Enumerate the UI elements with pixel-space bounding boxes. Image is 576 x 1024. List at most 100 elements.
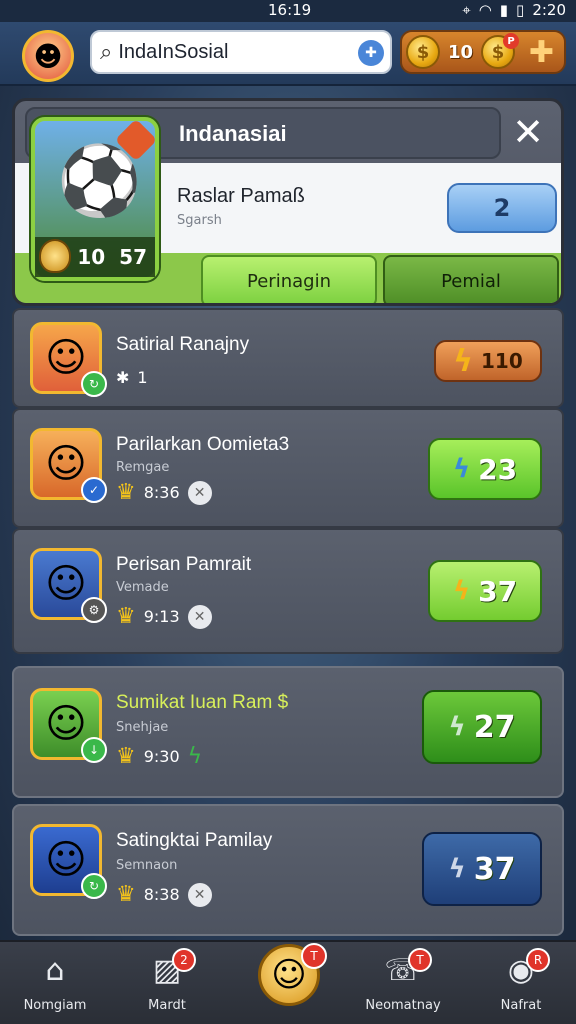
remove-icon[interactable]: ✕ — [187, 480, 212, 505]
reward-button[interactable]: ϟ 37 — [422, 832, 542, 906]
location-icon: ⌖ — [462, 1, 471, 19]
friend-avatar-icon: ☺ — [45, 837, 87, 883]
player-count-button[interactable]: 2 — [447, 183, 557, 233]
crown-icon: ♛ — [116, 744, 136, 769]
friend-name: Perisan Pamrait — [116, 554, 252, 575]
top-bar: ☻ ⌕ IndaInSosial ✚ $ 10 $ P ✚ — [0, 22, 576, 86]
check-icon: ✓ — [81, 477, 107, 503]
friend-meta-value: 1 — [137, 368, 148, 387]
reward-button[interactable]: ϟ 23 — [428, 438, 542, 500]
player-name: Raslar Pamaß — [177, 185, 305, 207]
nav-home-label: Nomgiam — [23, 998, 87, 1013]
nav-match-badge: 2 — [172, 948, 196, 972]
nav-home[interactable]: ⌂ Nomgiam — [0, 950, 110, 1014]
remove-icon[interactable]: ✕ — [187, 882, 212, 907]
list-item[interactable]: ☺ ↻ Satirial Ranajny ✱ 1 ϟ 110 — [12, 308, 564, 408]
remove-icon[interactable]: ✕ — [187, 604, 212, 629]
currency-badge: P — [503, 33, 520, 49]
list-item[interactable]: ☺ ⚙ Perisan Pamrait Vemade ♛ 9:13 ✕ ϟ 37 — [12, 528, 564, 654]
friend-name: Satirial Ranajny — [116, 334, 250, 355]
tab-perinagin[interactable]: Perinagin — [201, 255, 377, 303]
close-button[interactable]: ✕ — [505, 109, 551, 155]
nav-match-label: Mardt — [148, 998, 186, 1013]
tab-pemial-label: Pemial — [441, 270, 501, 292]
list-item[interactable]: ☺ ✓ Parilarkan Oomieta3 Remgae ♛ 8:36 ✕ … — [12, 408, 564, 528]
tab-pemial[interactable]: Pemial — [383, 255, 559, 303]
friend-subtitle: Semnaon — [116, 858, 178, 873]
signal-icon: ▮ — [499, 1, 509, 19]
bolt-icon: ϟ — [448, 854, 466, 884]
friend-avatar: ☺ ⚙ — [30, 548, 107, 623]
friend-avatar: ☺ ↓ — [30, 688, 107, 763]
friend-avatar-icon: ☺ — [45, 441, 87, 487]
search-submit-icon[interactable]: ✚ — [358, 40, 384, 66]
status-clock: 2:20 — [532, 1, 566, 19]
reward-button[interactable]: ϟ 37 — [428, 560, 542, 622]
center-nav-button[interactable]: ☺ T — [258, 943, 327, 1006]
nav-match[interactable]: ▨ 2 Mardt — [112, 948, 222, 1013]
reward-button[interactable]: ϟ 27 — [422, 690, 542, 764]
puzzle-icon: ✱ — [116, 368, 130, 387]
nav-profile-badge: R — [526, 948, 550, 972]
settings-icon: ⚙ — [81, 597, 107, 623]
hero-card[interactable]: ⚽ 10 57 — [31, 117, 159, 281]
bolt-icon: ϟ — [452, 454, 471, 484]
add-currency-icon[interactable]: ✚ — [529, 35, 554, 70]
profile-icon: ◉ R — [466, 948, 576, 990]
coin-bonus-icon: $ P — [481, 33, 520, 69]
friend-avatar-icon: ☺ — [45, 335, 87, 381]
friend-avatar-icon: ☺ — [45, 701, 87, 747]
friend-meta: ♛ 9:13 ✕ — [116, 604, 212, 629]
reward-value: 27 — [473, 709, 516, 745]
hero-level-bar: 10 57 — [35, 237, 155, 277]
status-bar: 16:19 ⌖ ◠ ▮ ▯ 2:20 — [0, 0, 576, 22]
friend-name: Satingktai Pamilay — [116, 830, 273, 851]
reward-value: 37 — [478, 574, 518, 608]
search-input[interactable]: IndaInSosial — [118, 41, 228, 64]
reward-value: 110 — [481, 349, 523, 373]
friend-meta-value: 9:13 — [143, 607, 180, 626]
nav-notif-badge: T — [408, 948, 432, 972]
nav-notif-label: Neomatnay — [365, 998, 441, 1013]
refresh-icon: ↻ — [81, 873, 107, 899]
crown-icon: ♛ — [116, 604, 136, 629]
hero-level-a: 10 — [77, 245, 106, 269]
crown-icon: ♛ — [116, 882, 136, 907]
bolt-icon: ϟ — [448, 712, 466, 742]
profile-panel: Indanasiai ✕ Raslar Pamaß Sgarsh 2 Perin… — [12, 98, 564, 306]
home-icon: ⌂ — [45, 952, 65, 988]
friend-avatar: ☺ ✓ — [30, 428, 107, 503]
player-avatar-icon: ☻ — [33, 39, 63, 73]
friend-subtitle: Vemade — [116, 580, 169, 595]
search-icon: ⌕ — [100, 39, 113, 65]
status-icons: ⌖ ◠ ▮ ▯ 2:20 — [462, 1, 566, 19]
match-icon: ▨ 2 — [112, 948, 222, 990]
friend-meta: ♛ 9:30 ϟ — [116, 744, 202, 769]
coin-icon: $ — [406, 35, 440, 69]
notification-icon: ☏ T — [348, 948, 458, 990]
friend-meta-value: 9:30 — [143, 747, 180, 766]
status-time: 16:19 — [268, 1, 312, 19]
search-bar[interactable]: ⌕ IndaInSosial ✚ — [90, 30, 392, 74]
list-item[interactable]: ☺ ↻ Satingktai Pamilay Semnaon ♛ 8:38 ✕ … — [12, 804, 564, 936]
reward-value: 37 — [473, 851, 516, 887]
bolt-icon: ϟ — [187, 744, 203, 769]
nav-profile[interactable]: ◉ R Nafrat — [466, 948, 576, 1013]
currency-value: 10 — [448, 41, 474, 63]
player-avatar[interactable]: ☻ — [22, 30, 74, 82]
friend-avatar-icon: ☺ — [45, 561, 87, 607]
nav-notifications[interactable]: ☏ T Neomatnay — [348, 948, 458, 1013]
battery-icon: ▯ — [516, 1, 525, 19]
bolt-icon: ϟ — [452, 576, 471, 606]
tab-perinagin-label: Perinagin — [247, 270, 331, 292]
panel-title: Indanasiai — [179, 121, 287, 146]
currency-display[interactable]: $ 10 $ P ✚ — [400, 30, 566, 74]
friend-meta-value: 8:36 — [143, 483, 180, 502]
refresh-icon: ↻ — [81, 371, 107, 397]
player-count: 2 — [493, 194, 511, 222]
list-item[interactable]: ☺ ↓ Sumikat Iuan Ram $ Snehjae ♛ 9:30 ϟ … — [12, 666, 564, 798]
reward-button[interactable]: ϟ 110 — [434, 340, 542, 382]
friend-subtitle: Snehjae — [116, 720, 169, 735]
download-icon: ↓ — [81, 737, 107, 763]
friend-avatar: ☺ ↻ — [30, 322, 107, 397]
